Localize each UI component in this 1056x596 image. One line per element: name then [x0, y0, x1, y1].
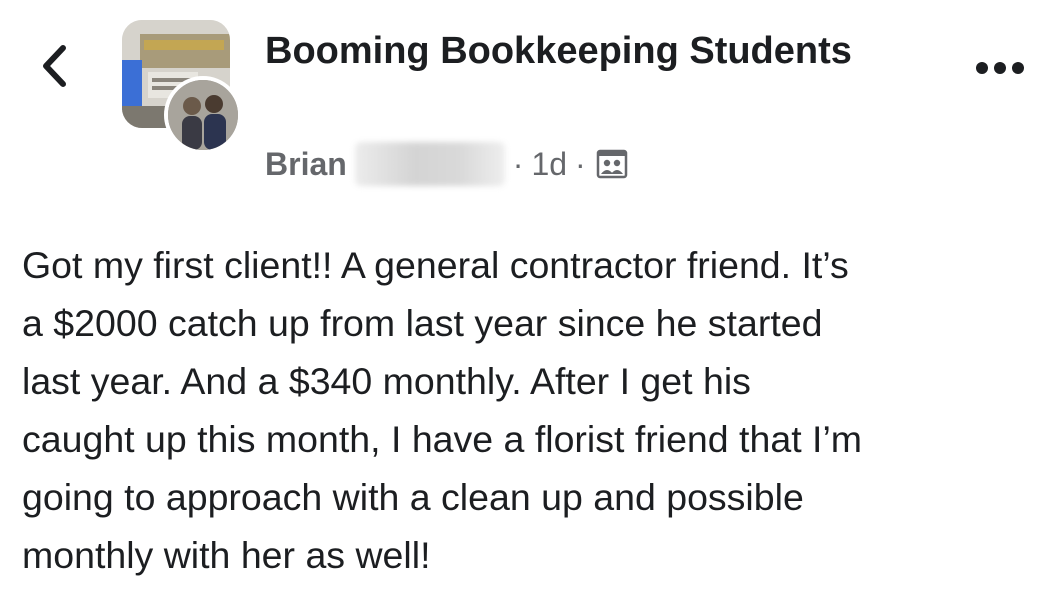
chevron-left-icon	[43, 45, 66, 87]
group-avatar[interactable]	[122, 20, 242, 154]
back-button[interactable]	[26, 38, 82, 94]
post-meta: Brian · 1d ·	[265, 140, 628, 188]
group-name[interactable]: Booming Bookkeeping Students	[265, 24, 905, 78]
author-name[interactable]: Brian	[265, 146, 347, 183]
meta-separator: ·	[575, 145, 586, 182]
post-body: Got my first client!! A general contract…	[22, 244, 863, 576]
meta-separator: ·	[512, 145, 524, 182]
ellipsis-icon	[976, 62, 1024, 74]
redacted-surname	[354, 142, 505, 186]
group-members-icon	[596, 149, 628, 179]
author-avatar[interactable]	[164, 76, 242, 154]
post-timestamp[interactable]: 1d	[531, 146, 567, 183]
more-options-button[interactable]	[968, 46, 1032, 90]
